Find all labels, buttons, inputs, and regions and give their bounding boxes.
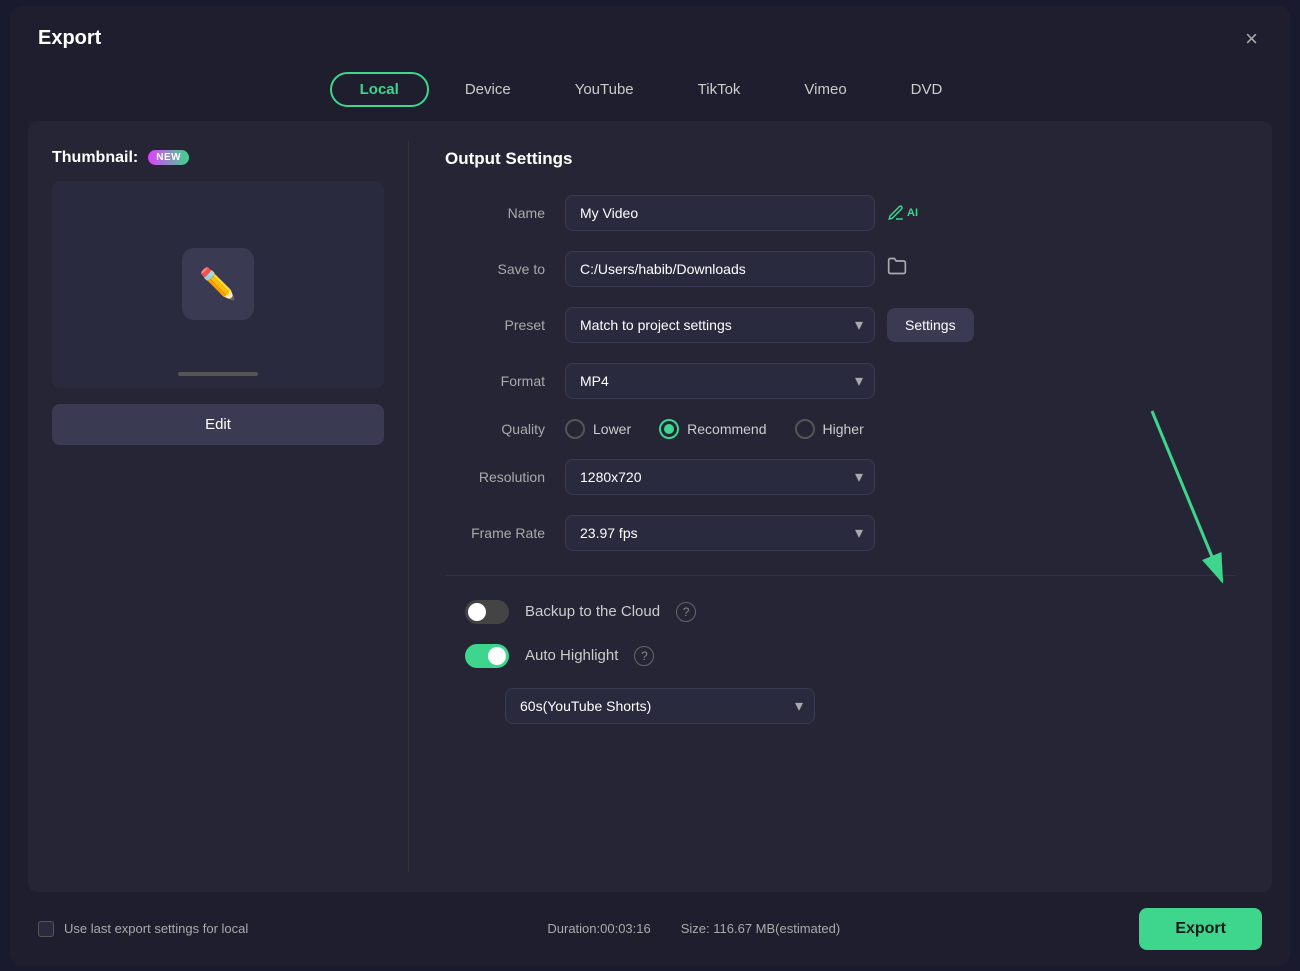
- tab-device[interactable]: Device: [437, 72, 539, 107]
- auto-highlight-label: Auto Highlight: [525, 647, 618, 664]
- format-select-wrap: MP4 ▾: [565, 363, 875, 399]
- frame-rate-select[interactable]: 23.97 fps: [565, 515, 875, 551]
- save-to-label: Save to: [445, 261, 545, 277]
- quality-lower[interactable]: Lower: [565, 419, 631, 439]
- left-panel: Thumbnail: NEW ✏️ Edit: [28, 121, 408, 892]
- edit-button[interactable]: Edit: [52, 404, 384, 445]
- name-input[interactable]: [565, 195, 875, 231]
- shorts-select-wrap: 60s(YouTube Shorts) ▾: [505, 688, 815, 724]
- quality-higher-label: Higher: [823, 421, 864, 437]
- auto-highlight-row: Auto Highlight ?: [445, 644, 1236, 668]
- preset-row: Preset Match to project settings ▾ Setti…: [445, 307, 1236, 343]
- size-stat: Size: 116.67 MB(estimated): [681, 921, 840, 936]
- thumbnail-icon-wrap: ✏️: [182, 248, 254, 320]
- main-content: Thumbnail: NEW ✏️ Edit Output Settings N…: [28, 121, 1272, 892]
- radio-higher-circle: [795, 419, 815, 439]
- resolution-row: Resolution 1280x720 ▾: [445, 459, 1236, 495]
- thumbnail-preview: ✏️: [52, 181, 384, 389]
- quality-higher[interactable]: Higher: [795, 419, 864, 439]
- shorts-select[interactable]: 60s(YouTube Shorts): [505, 688, 815, 724]
- quality-label: Quality: [445, 421, 545, 437]
- preset-label: Preset: [445, 317, 545, 333]
- backup-toggle-knob: [468, 603, 486, 621]
- close-button[interactable]: ×: [1241, 24, 1262, 54]
- tab-dvd[interactable]: DVD: [883, 72, 971, 107]
- preset-select[interactable]: Match to project settings: [565, 307, 875, 343]
- tab-vimeo[interactable]: Vimeo: [776, 72, 874, 107]
- format-label: Format: [445, 373, 545, 389]
- tab-youtube[interactable]: YouTube: [547, 72, 662, 107]
- frame-rate-row: Frame Rate 23.97 fps ▾: [445, 515, 1236, 551]
- last-settings-label: Use last export settings for local: [64, 921, 248, 936]
- export-button[interactable]: Export: [1139, 908, 1262, 950]
- footer-info: Duration:00:03:16 Size: 116.67 MB(estima…: [547, 921, 840, 936]
- separator: [445, 575, 1236, 576]
- frame-rate-select-wrap: 23.97 fps ▾: [565, 515, 875, 551]
- quality-lower-label: Lower: [593, 421, 631, 437]
- tab-tiktok[interactable]: TikTok: [670, 72, 769, 107]
- tab-local[interactable]: Local: [330, 72, 429, 107]
- frame-rate-label: Frame Rate: [445, 525, 545, 541]
- right-panel: Output Settings Name AI Save to: [409, 121, 1272, 892]
- radio-lower-circle: [565, 419, 585, 439]
- resolution-select[interactable]: 1280x720: [565, 459, 875, 495]
- footer: Use last export settings for local Durat…: [10, 892, 1290, 966]
- footer-checkbox-row: Use last export settings for local: [38, 921, 248, 937]
- radio-recommend-dot: [664, 424, 674, 434]
- save-to-input[interactable]: [565, 251, 875, 287]
- last-settings-checkbox[interactable]: [38, 921, 54, 937]
- backup-help-icon[interactable]: ?: [676, 602, 696, 622]
- quality-options: Lower Recommend Higher: [565, 419, 864, 439]
- auto-highlight-toggle[interactable]: [465, 644, 509, 668]
- new-badge: NEW: [148, 150, 189, 165]
- title-bar: Export ×: [10, 6, 1290, 64]
- dialog-title: Export: [38, 27, 101, 50]
- settings-button[interactable]: Settings: [887, 308, 974, 342]
- name-label: Name: [445, 205, 545, 221]
- quality-recommend[interactable]: Recommend: [659, 419, 766, 439]
- preset-select-wrap: Match to project settings ▾: [565, 307, 875, 343]
- duration-stat: Duration:00:03:16: [547, 921, 650, 936]
- backup-label: Backup to the Cloud: [525, 603, 660, 620]
- auto-highlight-toggle-knob: [488, 647, 506, 665]
- folder-button[interactable]: [887, 256, 907, 281]
- thumbnail-label-row: Thumbnail: NEW: [52, 149, 384, 167]
- quality-recommend-label: Recommend: [687, 421, 766, 437]
- export-dialog: Export × Local Device YouTube TikTok Vim…: [10, 6, 1290, 966]
- thumbnail-text: Thumbnail:: [52, 149, 138, 167]
- backup-row: Backup to the Cloud ?: [445, 600, 1236, 624]
- backup-toggle[interactable]: [465, 600, 509, 624]
- tabs-row: Local Device YouTube TikTok Vimeo DVD: [10, 64, 1290, 121]
- section-title: Output Settings: [445, 149, 1236, 169]
- resolution-select-wrap: 1280x720 ▾: [565, 459, 875, 495]
- quality-row: Quality Lower Recommend Higher: [445, 419, 1236, 439]
- ai-rename-button[interactable]: AI: [887, 204, 918, 222]
- pencil-icon: ✏️: [199, 267, 236, 302]
- save-to-row: Save to: [445, 251, 1236, 287]
- radio-recommend-circle: [659, 419, 679, 439]
- format-select[interactable]: MP4: [565, 363, 875, 399]
- auto-highlight-help-icon[interactable]: ?: [634, 646, 654, 666]
- name-row: Name AI: [445, 195, 1236, 231]
- thumbnail-bar: [178, 372, 258, 376]
- resolution-label: Resolution: [445, 469, 545, 485]
- format-row: Format MP4 ▾: [445, 363, 1236, 399]
